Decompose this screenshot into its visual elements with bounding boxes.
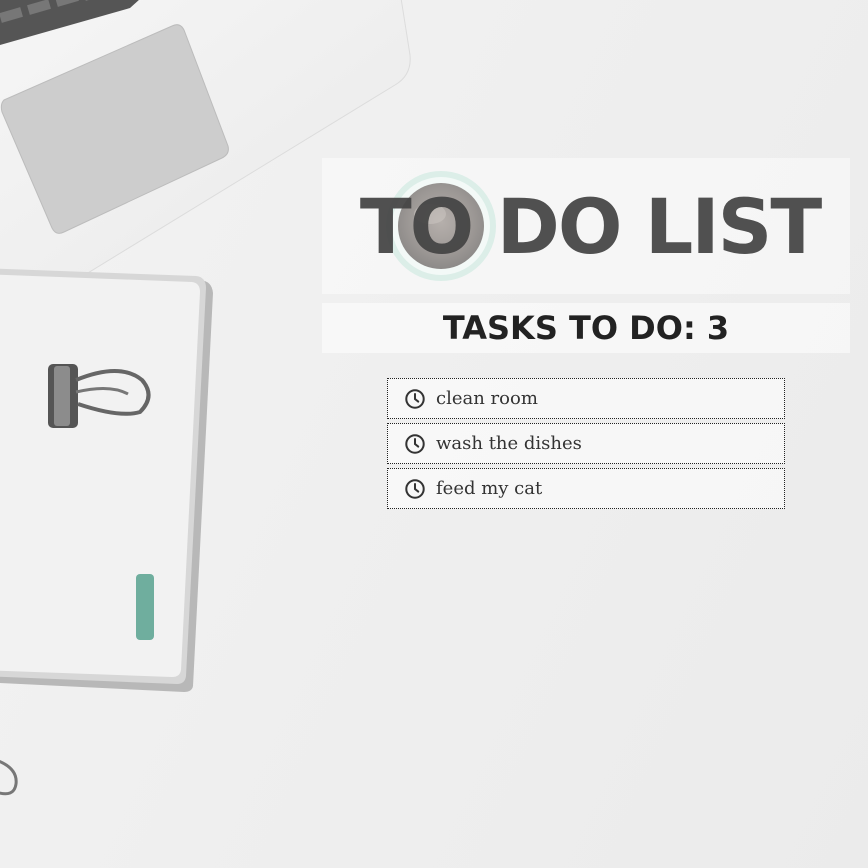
clock-icon xyxy=(405,433,425,454)
task-item[interactable]: wash the dishes xyxy=(387,423,785,464)
clock-icon xyxy=(405,478,425,499)
task-label: feed my cat xyxy=(436,478,543,499)
title-panel: TO DO LIST xyxy=(322,158,850,294)
task-item[interactable]: feed my cat xyxy=(387,468,785,509)
task-item[interactable]: clean room xyxy=(387,378,785,419)
tasks-count: TASKS TO DO: 3 xyxy=(322,303,850,353)
task-list: clean room wash the dishes feed my cat xyxy=(387,378,785,513)
notebook-illustration xyxy=(0,268,213,692)
page-title: TO DO LIST xyxy=(359,181,822,271)
todo-app: TO DO LIST TASKS TO DO: 3 clean room was… xyxy=(0,0,868,868)
task-label: wash the dishes xyxy=(436,433,582,454)
paper-clip-illustration xyxy=(0,760,18,796)
eraser-illustration xyxy=(136,574,154,640)
task-label: clean room xyxy=(436,388,538,409)
clock-icon xyxy=(405,388,425,409)
